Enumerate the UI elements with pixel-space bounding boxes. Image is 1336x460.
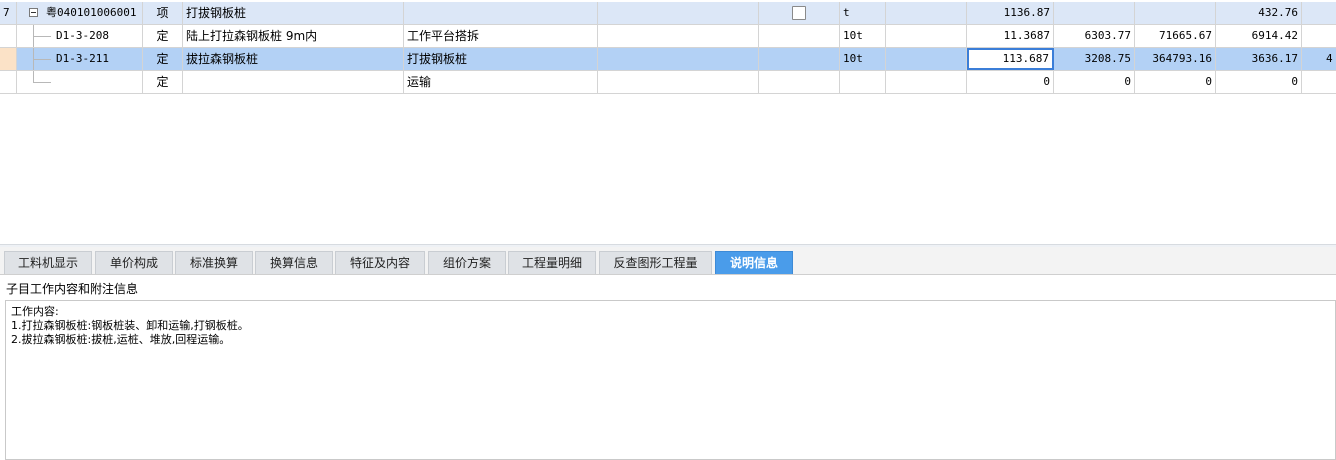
spec-cell[interactable] xyxy=(404,2,598,24)
table-row[interactable]: 7 粤040101006001 项 打拔钢板桩 t 1136.87 432.76 xyxy=(0,2,1336,25)
tree-line xyxy=(33,82,51,83)
row-number xyxy=(0,48,17,70)
code-cell[interactable]: 粤040101006001 xyxy=(17,2,143,24)
blank-cell[interactable] xyxy=(886,2,967,24)
type-cell[interactable]: 定 xyxy=(143,71,183,93)
blank-cell[interactable] xyxy=(886,48,967,70)
row-number xyxy=(0,71,17,93)
description-line: 2.拔拉森钢板桩:拔桩,运桩、堆放,回程运输。 xyxy=(11,333,231,346)
cost-cell[interactable]: 432.76 xyxy=(1216,2,1302,24)
total-cell[interactable]: 0 xyxy=(1135,71,1216,93)
extra-cell[interactable] xyxy=(598,48,759,70)
description-line: 工作内容: xyxy=(11,305,59,318)
name-cell[interactable] xyxy=(183,71,404,93)
code-cell[interactable]: D1-3-211 xyxy=(17,48,143,70)
row-number: 7 xyxy=(0,2,17,24)
total-cell[interactable]: 71665.67 xyxy=(1135,25,1216,47)
type-cell[interactable]: 定 xyxy=(143,48,183,70)
unit-price-cell[interactable]: 6303.77 xyxy=(1054,25,1135,47)
detail-tabs: 工料机显示 单价构成 标准换算 换算信息 特征及内容 组价方案 工程量明细 反查… xyxy=(0,247,1336,275)
extra-cell[interactable] xyxy=(598,2,759,24)
spec-cell[interactable]: 运输 xyxy=(404,71,598,93)
total-cell[interactable] xyxy=(1135,2,1216,24)
tree-line xyxy=(33,36,51,37)
tab-conversion-info[interactable]: 换算信息 xyxy=(255,251,333,274)
cost2-cell[interactable]: 4 xyxy=(1302,48,1336,70)
tab-standard-conversion[interactable]: 标准换算 xyxy=(175,251,253,274)
type-cell[interactable]: 项 xyxy=(143,2,183,24)
cost2-cell[interactable] xyxy=(1302,25,1336,47)
tab-description[interactable]: 说明信息 xyxy=(715,251,793,274)
quantity-cell[interactable]: 11.3687 xyxy=(967,25,1054,47)
unit-cell[interactable] xyxy=(840,71,886,93)
tab-features[interactable]: 特征及内容 xyxy=(335,251,425,274)
checkbox-cell[interactable] xyxy=(759,25,840,47)
name-cell[interactable]: 打拔钢板桩 xyxy=(183,2,404,24)
tab-quantity-detail[interactable]: 工程量明细 xyxy=(508,251,596,274)
quantity-cell[interactable]: 0 xyxy=(967,71,1054,93)
table-row-selected[interactable]: D1-3-211 定 拔拉森钢板桩 打拔钢板桩 10t 113.687 3208… xyxy=(0,48,1336,71)
item-code: D1-3-208 xyxy=(56,29,109,42)
description-textarea[interactable]: 工作内容: 1.打拉森钢板桩:钢板桩装、卸和运输,打钢板桩。 2.拔拉森钢板桩:… xyxy=(5,300,1336,460)
item-code: 粤040101006001 xyxy=(46,6,137,19)
tab-material-machine[interactable]: 工料机显示 xyxy=(4,251,92,274)
total-cell[interactable]: 364793.16 xyxy=(1135,48,1216,70)
unit-price-cell[interactable] xyxy=(1054,2,1135,24)
tab-reverse-lookup[interactable]: 反查图形工程量 xyxy=(599,251,712,274)
cost2-cell[interactable] xyxy=(1302,71,1336,93)
type-cell[interactable]: 定 xyxy=(143,25,183,47)
checkbox-cell[interactable] xyxy=(759,48,840,70)
unit-cell[interactable]: t xyxy=(840,2,886,24)
row-number xyxy=(0,25,17,47)
quantity-cell[interactable]: 1136.87 xyxy=(967,2,1054,24)
quota-grid: 7 粤040101006001 项 打拔钢板桩 t 1136.87 432.76… xyxy=(0,0,1336,244)
tree-line xyxy=(33,59,51,60)
code-cell[interactable]: D1-3-208 xyxy=(17,25,143,47)
name-cell[interactable]: 拔拉森钢板桩 xyxy=(183,48,404,70)
name-cell[interactable]: 陆上打拉森钢板桩 9m内 xyxy=(183,25,404,47)
item-code: D1-3-211 xyxy=(56,52,109,65)
spec-cell[interactable]: 打拔钢板桩 xyxy=(404,48,598,70)
tab-unit-price[interactable]: 单价构成 xyxy=(95,251,173,274)
cost2-cell[interactable] xyxy=(1302,2,1336,24)
cost-cell[interactable]: 0 xyxy=(1216,71,1302,93)
cost-cell[interactable]: 3636.17 xyxy=(1216,48,1302,70)
unit-cell[interactable]: 10t xyxy=(840,25,886,47)
blank-cell[interactable] xyxy=(886,25,967,47)
cost-cell[interactable]: 6914.42 xyxy=(1216,25,1302,47)
panel-title: 子目工作内容和附注信息 xyxy=(6,282,139,296)
tab-pricing-scheme[interactable]: 组价方案 xyxy=(428,251,506,274)
table-row[interactable]: D1-3-208 定 陆上打拉森钢板桩 9m内 工作平台搭拆 10t 11.36… xyxy=(0,25,1336,48)
extra-cell[interactable] xyxy=(598,25,759,47)
quantity-input[interactable]: 113.687 xyxy=(967,48,1054,70)
collapse-icon[interactable] xyxy=(29,8,38,17)
blank-cell[interactable] xyxy=(886,71,967,93)
description-line: 1.打拉森钢板桩:钢板桩装、卸和运输,打钢板桩。 xyxy=(11,319,249,332)
extra-cell[interactable] xyxy=(598,71,759,93)
table-row[interactable]: 定 运输 0 0 0 0 xyxy=(0,71,1336,94)
checkbox-cell[interactable] xyxy=(759,71,840,93)
checkbox-cell[interactable] xyxy=(759,2,840,24)
spec-cell[interactable]: 工作平台搭拆 xyxy=(404,25,598,47)
code-cell[interactable] xyxy=(17,71,143,93)
unit-price-cell[interactable]: 0 xyxy=(1054,71,1135,93)
unit-price-cell[interactable]: 3208.75 xyxy=(1054,48,1135,70)
checkbox[interactable] xyxy=(792,5,806,20)
unit-cell[interactable]: 10t xyxy=(840,48,886,70)
